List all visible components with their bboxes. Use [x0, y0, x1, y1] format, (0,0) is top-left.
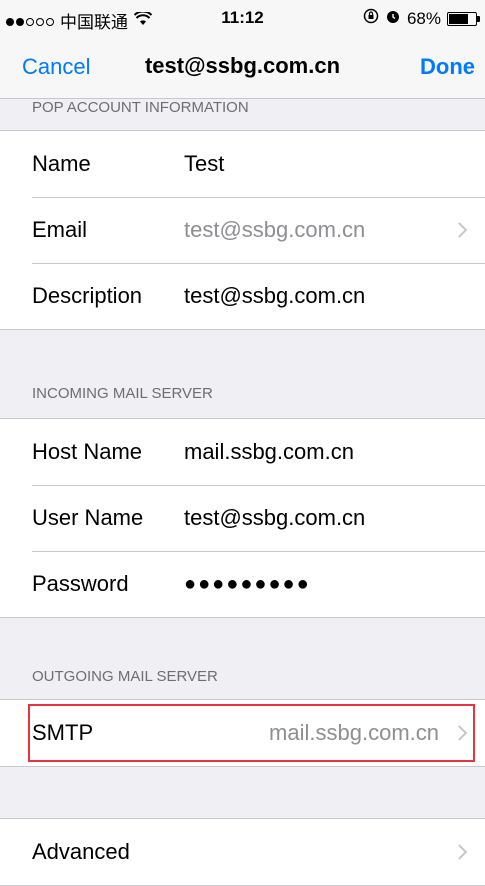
- password-row[interactable]: Password ●●●●●●●●●: [0, 551, 485, 617]
- section-header-pop-account: POP ACCOUNT INFORMATION: [32, 99, 249, 116]
- user-name-label: User Name: [32, 505, 144, 530]
- host-name-field[interactable]: mail.ssbg.com.cn: [184, 439, 354, 465]
- section-header-incoming: INCOMING MAIL SERVER: [32, 385, 213, 402]
- advanced-label: Advanced: [32, 839, 130, 864]
- password-field[interactable]: ●●●●●●●●●: [184, 573, 311, 596]
- name-label: Name: [32, 151, 91, 176]
- section-header-outgoing: OUTGOING MAIL SERVER: [32, 668, 218, 685]
- status-right: 68%: [363, 8, 480, 29]
- navigation-bar: Cancel test@ssbg.com.cn Done: [0, 36, 485, 99]
- advanced-group: Advanced: [0, 818, 485, 886]
- description-row[interactable]: Description test@ssbg.com.cn: [0, 263, 485, 329]
- user-name-field[interactable]: test@ssbg.com.cn: [184, 505, 365, 531]
- pop-account-group: Name Test Email test@ssbg.com.cn Descrip…: [0, 130, 485, 330]
- battery-percent: 68%: [406, 8, 441, 28]
- name-field[interactable]: Test: [184, 151, 224, 177]
- user-name-row[interactable]: User Name test@ssbg.com.cn: [0, 485, 485, 551]
- rotation-lock-icon: [363, 8, 379, 29]
- battery-icon: [447, 11, 480, 26]
- done-button[interactable]: Done: [420, 54, 475, 80]
- name-row[interactable]: Name Test: [0, 131, 485, 197]
- advanced-row[interactable]: Advanced: [0, 819, 485, 885]
- chevron-right-icon: [451, 222, 468, 238]
- chevron-right-icon: [451, 844, 468, 860]
- page-title: test@ssbg.com.cn: [144, 53, 341, 78]
- status-bar: 中国联通 11:12 68%: [0, 0, 485, 36]
- description-field[interactable]: test@ssbg.com.cn: [184, 283, 365, 309]
- description-label: Description: [32, 283, 143, 308]
- smtp-row[interactable]: SMTP mail.ssbg.com.cn: [0, 700, 485, 766]
- alarm-icon: [385, 8, 401, 29]
- smtp-server-value: mail.ssbg.com.cn: [269, 720, 439, 745]
- host-name-row[interactable]: Host Name mail.ssbg.com.cn: [0, 419, 485, 485]
- email-value: test@ssbg.com.cn: [184, 217, 366, 242]
- host-name-label: Host Name: [32, 439, 143, 464]
- chevron-right-icon: [451, 725, 468, 741]
- email-label: Email: [32, 217, 88, 242]
- password-label: Password: [32, 571, 129, 596]
- incoming-server-group: Host Name mail.ssbg.com.cn User Name tes…: [0, 418, 485, 618]
- outgoing-server-group: SMTP mail.ssbg.com.cn: [0, 699, 485, 767]
- email-row[interactable]: Email test@ssbg.com.cn: [0, 197, 485, 263]
- smtp-label: SMTP: [32, 720, 94, 745]
